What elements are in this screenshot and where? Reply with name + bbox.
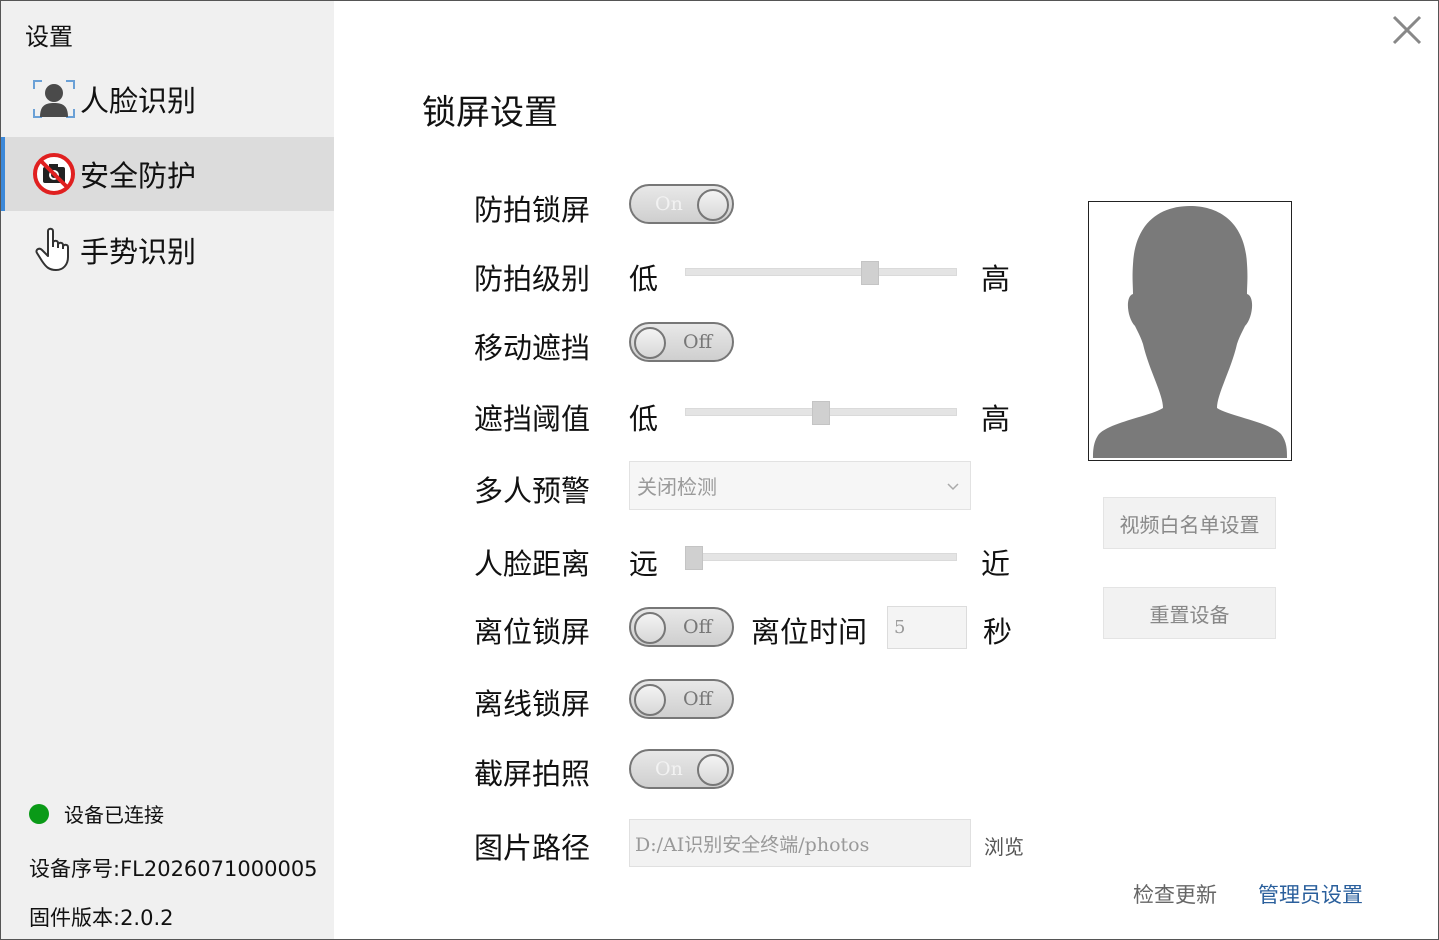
sidebar-item-security[interactable]: 安全防护	[1, 137, 334, 211]
toggle-knob	[697, 189, 729, 221]
select-value: 关闭检测	[637, 475, 717, 499]
anti-photo-level-slider[interactable]	[685, 261, 957, 285]
slider-high-label: 高	[981, 402, 1011, 436]
away-time-label: 离位时间	[751, 615, 868, 649]
window-title: 设置	[25, 23, 73, 51]
multi-person-label: 多人预警	[474, 474, 591, 508]
status-text: 设备已连接	[64, 803, 164, 827]
screenshot-photo-toggle[interactable]: On	[629, 749, 734, 789]
offline-lock-label: 离线锁屏	[474, 687, 591, 721]
anti-photo-level-label: 防拍级别	[474, 262, 591, 296]
toggle-knob	[634, 684, 666, 716]
toggle-state-text: Off	[683, 331, 713, 353]
face-id-icon	[32, 77, 76, 121]
chevron-down-icon	[947, 482, 959, 490]
offline-lock-toggle[interactable]: Off	[629, 679, 734, 719]
slider-low-label: 远	[629, 547, 659, 581]
anti-photo-lock-label: 防拍锁屏	[474, 193, 591, 227]
slider-low-label: 低	[629, 402, 659, 436]
image-path-input[interactable]	[629, 819, 971, 867]
reset-device-button[interactable]: 重置设备	[1103, 587, 1276, 639]
hand-pointer-icon	[32, 227, 76, 272]
device-serial: 设备序号:FL2026071000005	[29, 857, 318, 881]
close-icon	[1392, 15, 1422, 45]
toggle-state-text: On	[655, 193, 683, 215]
face-photo	[1088, 201, 1292, 461]
toggle-knob	[634, 612, 666, 644]
sidebar: 设置 人脸识别 安全防护 手势识别 设备已连接 设备序号:FL202607100…	[1, 1, 334, 939]
face-distance-slider[interactable]	[685, 546, 957, 570]
motion-block-label: 移动遮挡	[474, 331, 591, 365]
admin-settings-link[interactable]: 管理员设置	[1258, 879, 1363, 909]
page-title: 锁屏设置	[422, 93, 558, 133]
slider-thumb[interactable]	[685, 546, 704, 570]
slider-thumb[interactable]	[812, 401, 830, 425]
toggle-knob	[697, 754, 729, 786]
face-distance-label: 人脸距离	[474, 547, 591, 581]
sidebar-item-label: 安全防护	[80, 159, 197, 193]
block-threshold-slider[interactable]	[685, 401, 957, 425]
multi-person-select[interactable]: 关闭检测	[629, 461, 971, 510]
check-update-link[interactable]: 检查更新	[1133, 879, 1217, 909]
video-whitelist-button[interactable]: 视频白名单设置	[1103, 497, 1276, 549]
slider-high-label: 近	[981, 547, 1011, 581]
status-indicator-icon	[29, 803, 49, 824]
slider-thumb[interactable]	[860, 261, 879, 285]
slider-low-label: 低	[629, 262, 659, 296]
sidebar-item-label: 手势识别	[80, 235, 197, 269]
toggle-state-text: On	[655, 758, 683, 780]
image-path-label: 图片路径	[474, 831, 591, 865]
motion-block-toggle[interactable]: Off	[629, 322, 734, 362]
away-lock-toggle[interactable]: Off	[629, 607, 734, 647]
sidebar-item-gesture-recognition[interactable]: 手势识别	[1, 213, 334, 287]
away-lock-label: 离位锁屏	[474, 615, 591, 649]
settings-window: 设置 人脸识别 安全防护 手势识别 设备已连接 设备序号:FL202607100…	[0, 0, 1439, 940]
person-silhouette-icon	[1093, 206, 1287, 458]
close-button[interactable]	[1390, 13, 1424, 47]
block-threshold-label: 遮挡阈值	[474, 402, 591, 436]
toggle-state-text: Off	[683, 616, 713, 638]
slider-high-label: 高	[981, 262, 1011, 296]
browse-button[interactable]: 浏览	[984, 831, 1024, 860]
toggle-state-text: Off	[683, 688, 713, 710]
toggle-knob	[634, 327, 666, 359]
away-time-input[interactable]	[887, 606, 967, 649]
connection-status: 设备已连接	[29, 799, 164, 828]
no-camera-icon	[32, 152, 76, 196]
screenshot-photo-label: 截屏拍照	[474, 757, 591, 791]
anti-photo-lock-toggle[interactable]: On	[629, 184, 734, 224]
away-time-unit: 秒	[983, 615, 1013, 649]
sidebar-item-label: 人脸识别	[80, 84, 197, 118]
sidebar-item-face-recognition[interactable]: 人脸识别	[1, 62, 334, 136]
firmware-version: 固件版本:2.0.2	[29, 906, 174, 930]
